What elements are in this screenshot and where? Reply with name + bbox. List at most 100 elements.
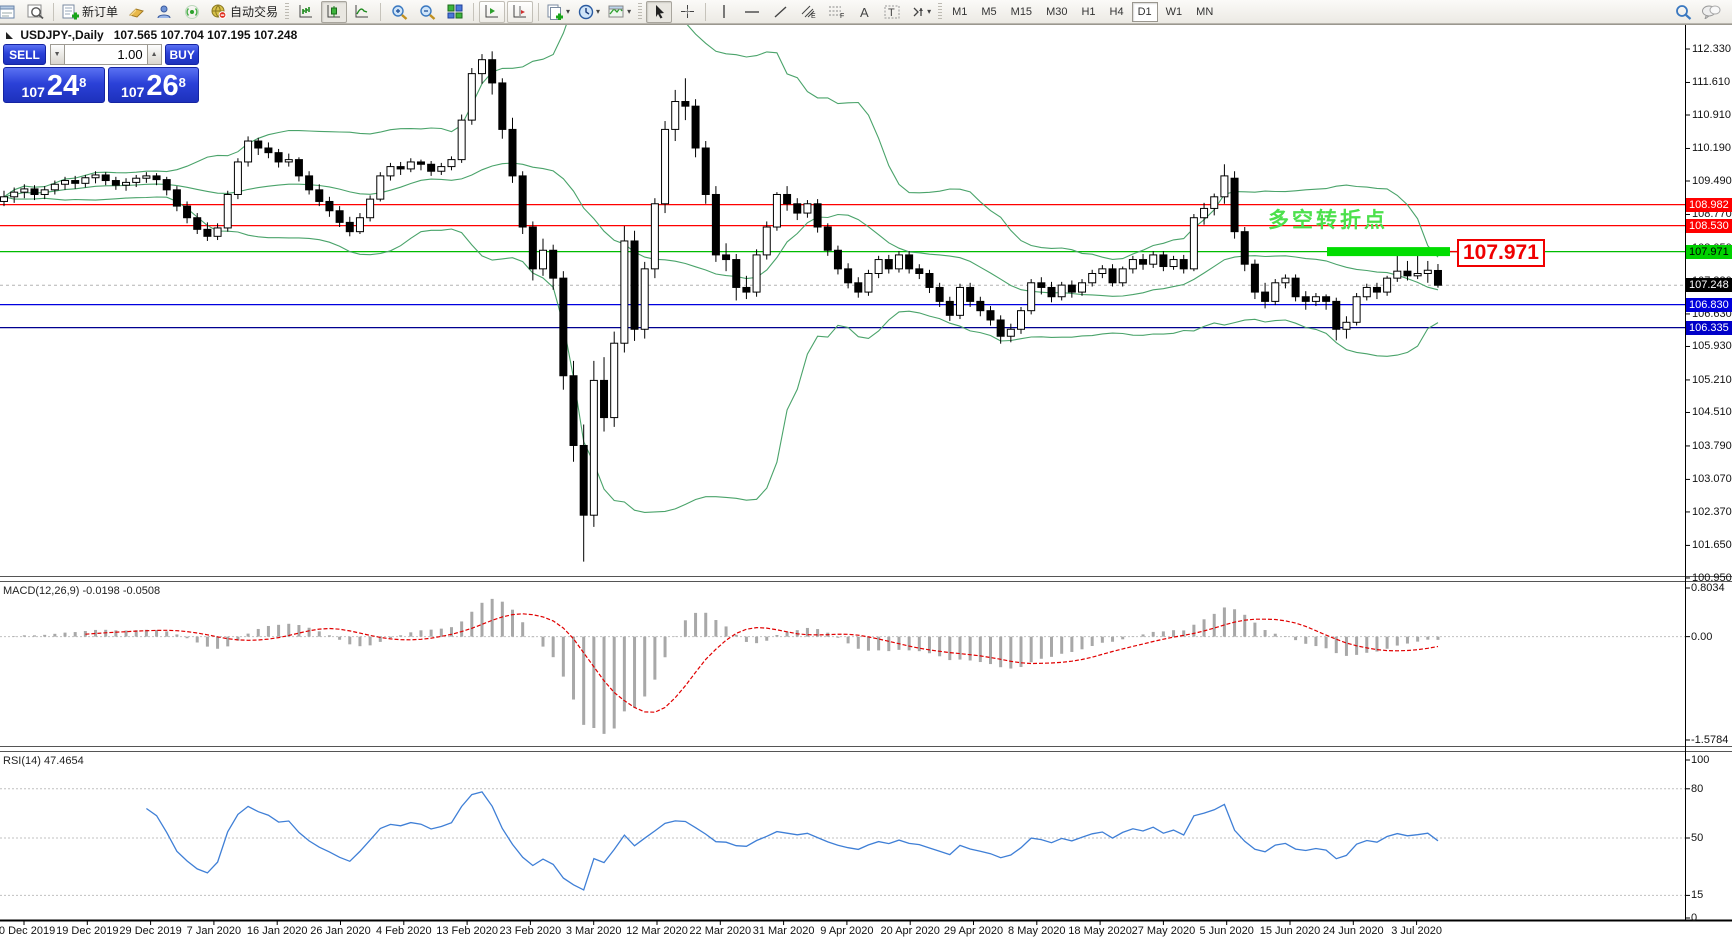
- price-tick-label: 104.510: [1692, 406, 1732, 419]
- candle-bull: [457, 119, 466, 161]
- candle-bear: [508, 128, 517, 177]
- level-price-label: 108.982: [1686, 197, 1732, 212]
- rsi-line: [146, 791, 1439, 891]
- time-axis-label: 31 Mar 2020: [752, 925, 815, 937]
- candle-bull: [1200, 207, 1209, 219]
- volume-increase-button[interactable]: ▲: [146, 44, 162, 65]
- candle-bear: [925, 272, 934, 288]
- candle-bull: [1088, 272, 1097, 284]
- price-tick-label: 105.210: [1692, 373, 1732, 386]
- candle-bull: [366, 198, 375, 219]
- time-axis-label: 4 Feb 2020: [375, 925, 432, 937]
- price-tick-label: 103.790: [1692, 439, 1732, 452]
- sell-button[interactable]: SELL: [3, 44, 46, 65]
- candle-bull: [1017, 310, 1025, 330]
- candle-bull: [244, 140, 253, 163]
- candle-bull: [1128, 259, 1137, 270]
- volume-decrease-button[interactable]: ▼: [49, 44, 65, 65]
- candle-bear: [1240, 231, 1249, 265]
- time-axis-label: 3 Mar 2020: [565, 925, 622, 937]
- candle-bull: [1311, 296, 1320, 302]
- time-axis-label: 9 Apr 2020: [820, 925, 874, 937]
- time-axis-label: 3 Jul 2020: [1391, 925, 1442, 937]
- time-axis-label: 12 Mar 2020: [626, 925, 688, 937]
- one-click-trading-panel: SELL ▼ ▲ BUY 107 24 8 107 26 8: [3, 44, 199, 103]
- candle-bull: [355, 217, 364, 233]
- candle-bear: [569, 375, 578, 446]
- candle-bull: [1393, 270, 1402, 279]
- sell-price-box[interactable]: 107 24 8: [3, 67, 105, 103]
- level-price-label: 106.830: [1686, 297, 1732, 312]
- candle-bear: [1139, 259, 1148, 265]
- sell-price-small: 107: [21, 84, 45, 100]
- chart-collapse-triangle-icon[interactable]: [6, 32, 13, 39]
- turning-point-annotation: 多空转折点: [1268, 209, 1388, 232]
- time-axis-label: 29 Apr 2020: [943, 925, 1004, 937]
- candle-bear: [1067, 284, 1076, 293]
- volume-input[interactable]: [64, 44, 147, 65]
- macd-axis-label: -1.5784: [1691, 734, 1729, 746]
- candle-bear: [793, 203, 802, 214]
- level-price-label: 106.335: [1686, 320, 1732, 335]
- candle-bear: [600, 379, 609, 419]
- candle-bear: [335, 210, 344, 223]
- candle-bull: [1383, 277, 1392, 293]
- candle-bear: [30, 188, 39, 195]
- candle-bull: [1342, 321, 1351, 330]
- chart-symbol: USDJPY-,Daily: [20, 28, 104, 42]
- time-axis-label: 5 Jun 2020: [1199, 925, 1254, 937]
- candle-bull: [142, 175, 151, 179]
- candle-bear: [325, 200, 334, 212]
- buy-price-sup: 8: [178, 75, 186, 90]
- candle-bull: [1281, 277, 1290, 284]
- candle-bull: [894, 254, 903, 270]
- rsi-axis-label: 80: [1691, 782, 1704, 795]
- macd-indicator-label: MACD(12,26,9) -0.0198 -0.0508: [3, 585, 161, 597]
- candle-bull: [762, 226, 771, 256]
- buy-price-box[interactable]: 107 26 8: [107, 67, 199, 103]
- candle-bear: [1291, 277, 1300, 298]
- candle-bull: [1220, 175, 1229, 198]
- candle-bull: [539, 249, 548, 270]
- candle-bull: [864, 272, 873, 293]
- candle-bull: [1169, 259, 1178, 268]
- price-level-tag[interactable]: 107.971: [1457, 239, 1545, 267]
- candle-bear: [101, 174, 110, 182]
- candle-bull: [223, 193, 232, 229]
- candle-bear: [416, 161, 425, 165]
- candle-bear: [1230, 177, 1239, 233]
- candle-bear: [498, 82, 507, 130]
- candle-bull: [233, 161, 242, 195]
- candle-bear: [1261, 291, 1270, 302]
- candle-bull: [589, 379, 598, 516]
- candle-bear: [305, 175, 314, 191]
- candle-bull: [1027, 282, 1036, 312]
- price-tick-label: 111.610: [1692, 76, 1731, 89]
- candle-bull: [0, 196, 8, 202]
- candle-bear: [742, 286, 751, 293]
- candle-bull: [467, 73, 476, 121]
- candle-bull: [386, 166, 395, 177]
- time-axis-label: 19 Dec 2019: [56, 925, 119, 937]
- candle-bull: [1006, 328, 1015, 337]
- candle-bear: [884, 259, 893, 270]
- chart-canvas[interactable]: [0, 0, 1732, 944]
- candle-bear: [1403, 270, 1412, 277]
- candle-bull: [1352, 296, 1361, 323]
- time-axis-label: 27 May 2020: [1131, 925, 1196, 937]
- buy-price-small: 107: [121, 84, 145, 100]
- candle-bear: [1301, 296, 1310, 302]
- buy-button[interactable]: BUY: [165, 44, 199, 65]
- candle-bull: [1189, 217, 1198, 270]
- candle-bull: [1362, 286, 1371, 298]
- candle-bull: [406, 161, 415, 170]
- chart-ohlc-header: USDJPY-,Daily 107.565 107.704 107.195 10…: [6, 28, 297, 42]
- candle-bear: [1332, 300, 1341, 330]
- rsi-indicator-label: RSI(14) 47.4654: [3, 755, 84, 767]
- rsi-axis-label: 50: [1691, 832, 1704, 844]
- candle-bull: [477, 59, 486, 75]
- candle-bear: [986, 310, 995, 321]
- rsi-axis-label: 0: [1691, 912, 1698, 924]
- level-price-label: 108.530: [1686, 218, 1732, 233]
- candle-bull: [661, 128, 670, 205]
